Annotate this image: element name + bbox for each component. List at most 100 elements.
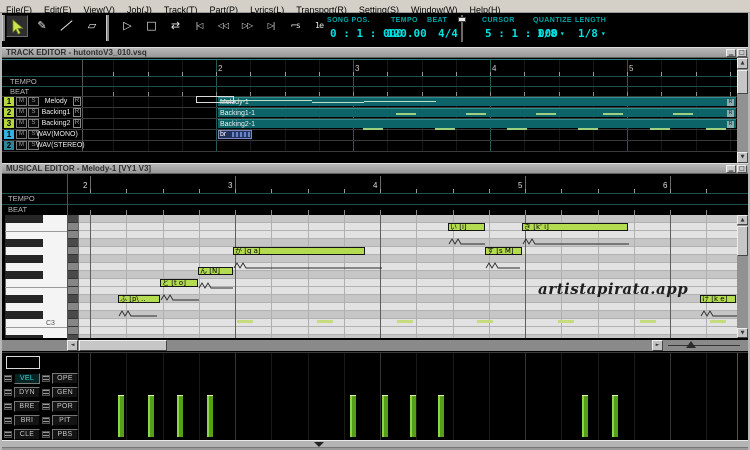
short-note[interactable] [640,320,656,323]
short-note[interactable] [558,320,574,323]
velocity-bar[interactable] [118,395,124,437]
short-note[interactable] [710,320,726,323]
zoom-slider-thumb[interactable] [686,341,696,348]
control-cle-button[interactable]: CLE [14,429,40,440]
black-key[interactable] [5,255,43,263]
note[interactable]: が [g a] [233,247,365,255]
rewind-button[interactable]: ◁◁ [212,15,234,37]
black-key[interactable] [5,271,43,279]
scroll-down-icon[interactable]: ▼ [737,328,748,338]
track-render-button[interactable]: R [73,119,81,128]
quantize-select[interactable]: 1/8▾ [537,27,565,40]
short-note[interactable] [397,320,413,323]
track-name[interactable]: Backing2 [40,120,72,127]
scroll-left-icon[interactable]: ◄ [67,340,78,351]
short-note[interactable] [237,320,253,323]
note[interactable]: ふ [p\ .. [118,295,160,303]
mute-button[interactable]: M [16,97,27,106]
note[interactable]: け [k e] [700,295,736,303]
track-editor-titlebar[interactable]: TRACK EDITOR - hutontoV3_010.vsq [2,47,748,58]
velocity-bar[interactable] [177,395,183,437]
loop-button[interactable]: ⇄ [164,15,186,37]
control-vel-button[interactable]: VEL [14,373,40,384]
control-bre-button[interactable]: BRE [14,401,40,412]
wav-clip-br[interactable]: br [218,130,252,139]
velocity-bar[interactable] [350,395,356,437]
control-dyn-button[interactable]: DYN [14,387,40,398]
velocity-bar[interactable] [410,395,416,437]
zoom-slider-track[interactable] [668,345,740,346]
track-name[interactable]: WAV(STEREO) [36,142,78,149]
velocity-bar[interactable] [438,395,444,437]
stop-button[interactable]: □ [140,15,162,37]
quantize-dropdown-icon[interactable]: ▾ [560,29,565,38]
note[interactable]: す [s M] [485,247,522,255]
black-key[interactable] [5,311,43,319]
me-hscrollbar-thumb[interactable] [79,340,167,351]
control-gen-button[interactable]: GEN [52,387,78,398]
scroll-up-icon[interactable]: ▲ [737,215,748,225]
tempo-value[interactable]: 120.00 [387,27,427,40]
control-ope-button[interactable]: OPE [52,373,78,384]
track-name[interactable]: WAV(MONO) [36,131,78,138]
mute-button[interactable]: M [16,108,27,117]
track-name[interactable]: Backing1 [40,109,72,116]
solo-button[interactable]: S [28,108,39,117]
scroll-up-icon[interactable]: ▲ [737,58,748,69]
marker-start-button[interactable]: ⌐s [284,15,306,37]
part-render-box[interactable]: R [727,121,734,128]
note[interactable]: い [i] [448,223,485,231]
short-note[interactable] [477,320,493,323]
velocity-bar[interactable] [207,395,213,437]
black-key[interactable] [5,295,43,303]
track-editor-maximize-button[interactable]: □ [737,49,747,57]
velocity-bar[interactable] [612,395,618,437]
short-note[interactable] [317,320,333,323]
track-render-button[interactable]: R [73,97,81,106]
black-key[interactable] [5,215,43,223]
pointer-tool-button[interactable] [6,15,28,37]
te-scrollbar-thumb[interactable] [737,70,748,94]
part-backing2-1[interactable]: Backing2-1R [218,119,736,128]
track-render-button[interactable]: R [73,108,81,117]
track-editor-minimize-button[interactable]: ▁ [726,49,736,57]
part-backing1-1[interactable]: Backing1-1R [218,108,736,117]
mute-button[interactable]: M [16,130,27,139]
length-select[interactable]: 1/8▾ [578,27,606,40]
musical-editor-titlebar[interactable]: MUSICAL EDITOR - Melody-1 [VY1 V3] [2,163,748,174]
control-bri-button[interactable]: BRI [14,415,40,426]
scroll-right-icon[interactable]: ► [652,340,663,351]
musical-editor-minimize-button[interactable]: ▁ [726,165,736,173]
track-name[interactable]: Melody [40,98,72,105]
to-start-button[interactable]: |◁ [188,15,210,37]
eraser-tool-button[interactable]: ▱ [81,15,103,37]
part-render-box[interactable]: R [727,110,734,117]
velocity-bar[interactable] [148,395,154,437]
musical-editor-maximize-button[interactable]: □ [737,165,747,173]
mute-button[interactable]: M [16,119,27,128]
length-dropdown-icon[interactable]: ▾ [601,29,606,38]
black-key[interactable] [5,239,43,247]
toolbar-slider-handle[interactable] [458,17,466,22]
black-key[interactable] [5,335,43,338]
solo-button[interactable]: S [28,97,39,106]
scroll-down-icon[interactable]: ▼ [737,152,748,163]
part-melody-1[interactable]: Melody-1R [218,97,736,106]
control-pbs-button[interactable]: PBS [52,429,78,440]
part-render-box[interactable]: R [727,99,734,106]
note[interactable]: と [t o] [160,279,198,287]
solo-button[interactable]: S [28,119,39,128]
note[interactable]: き [k' i] [522,223,628,231]
control-pit-button[interactable]: PIT [52,415,78,426]
me-scrollbar-thumb[interactable] [737,226,748,256]
control-por-button[interactable]: POR [52,401,78,412]
pencil-tool-button[interactable]: ✎ [31,15,53,37]
bottom-splitter[interactable] [0,440,750,448]
play-button[interactable]: ▷ [116,15,138,37]
mute-button[interactable]: M [16,141,27,150]
velocity-bar[interactable] [582,395,588,437]
forward-button[interactable]: ▷▷ [236,15,258,37]
beat-value[interactable]: 4/4 [438,27,458,40]
line-tool-button[interactable] [56,15,78,37]
velocity-bar[interactable] [382,395,388,437]
